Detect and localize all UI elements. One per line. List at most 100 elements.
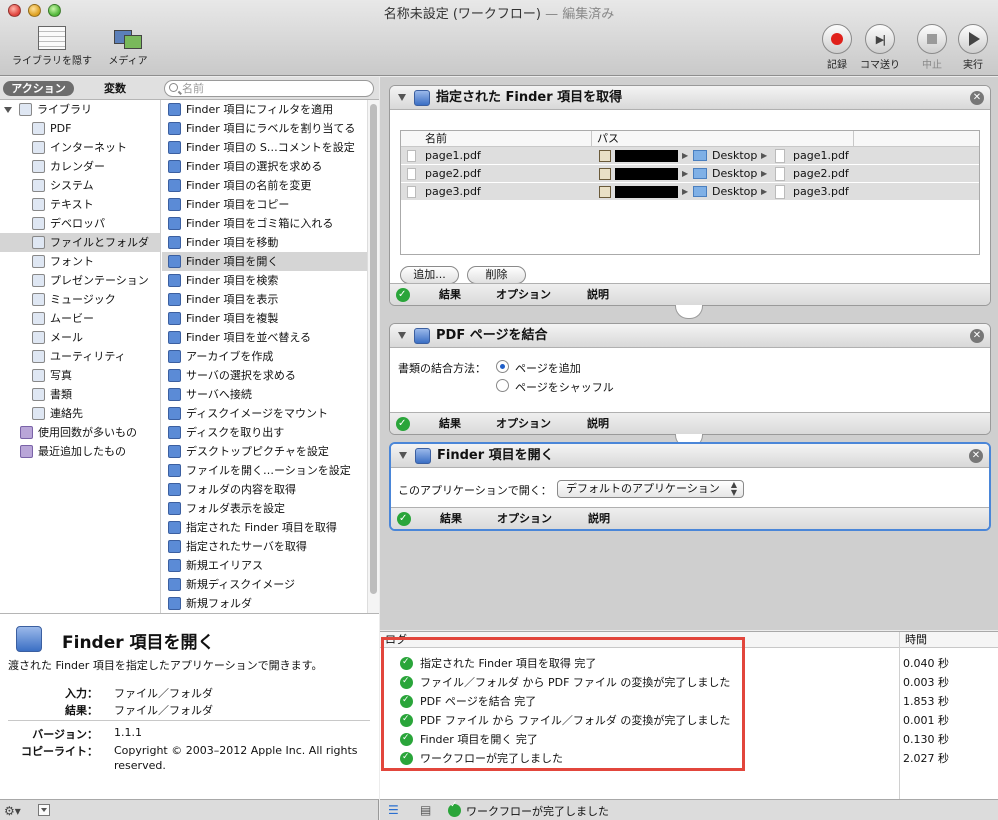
remove-action-icon[interactable]: ✕: [970, 329, 984, 343]
actions-tab[interactable]: アクション: [3, 81, 74, 96]
media-button[interactable]: メディア: [100, 26, 156, 67]
action-list: Finder 項目にフィルタを適用 Finder 項目にラベルを割り当てる Find…: [162, 100, 367, 613]
table-row[interactable]: page3.pdf ▶ Desktop ▶ page3.pdf: [401, 183, 979, 201]
media-icon: [114, 26, 142, 50]
action-item[interactable]: サーバの選択を求める: [162, 366, 367, 385]
record-button[interactable]: 記録: [817, 24, 857, 71]
card-header: PDF ページを結合 ✕: [390, 324, 990, 348]
category-icon: [32, 121, 45, 135]
gear-icon[interactable]: ⚙▾: [4, 804, 21, 818]
options-tab[interactable]: オプション: [496, 413, 551, 434]
library-search-input[interactable]: 名前: [164, 80, 374, 97]
remove-action-icon[interactable]: ✕: [969, 449, 983, 463]
open-with-label: このアプリケーションで開く：: [398, 484, 552, 497]
action-item[interactable]: Finder 項目の選択を求める: [162, 157, 367, 176]
append-pages-radio[interactable]: [496, 360, 509, 373]
results-tab[interactable]: 結果: [439, 413, 461, 434]
disclosure-triangle-icon[interactable]: [399, 452, 407, 459]
time-column-header[interactable]: 時間: [905, 632, 927, 648]
smart-group-item[interactable]: 最近追加したもの: [0, 442, 160, 461]
action-item[interactable]: デスクトップピクチャを設定: [162, 442, 367, 461]
description-tab[interactable]: 説明: [588, 508, 610, 529]
shuffle-pages-label[interactable]: ページをシャッフル: [515, 379, 614, 395]
category-item[interactable]: インターネット: [0, 138, 160, 157]
application-popup[interactable]: デフォルトのアプリケーション ▲ ▼: [557, 480, 744, 498]
action-icon: [168, 482, 181, 496]
options-tab[interactable]: オプション: [496, 284, 551, 305]
add-item-button[interactable]: 追加...: [400, 266, 459, 284]
action-item[interactable]: 指定された Finder 項目を取得: [162, 518, 367, 537]
action-item[interactable]: Finder 項目を並べ替える: [162, 328, 367, 347]
stop-button[interactable]: 中止: [912, 24, 952, 71]
category-item[interactable]: ムービー: [0, 309, 160, 328]
action-item[interactable]: Finder 項目の名前を変更: [162, 176, 367, 195]
action-item[interactable]: ディスクイメージをマウント: [162, 404, 367, 423]
category-item[interactable]: ユーティリティ: [0, 347, 160, 366]
category-item[interactable]: 連絡先: [0, 404, 160, 423]
category-item[interactable]: デベロッパ: [0, 214, 160, 233]
hide-library-button[interactable]: ライブラリを隠す: [6, 26, 98, 67]
action-icon: [168, 197, 181, 211]
list-view-icon[interactable]: ☰: [388, 803, 399, 817]
action-item[interactable]: Finder 項目をゴミ箱に入れる: [162, 214, 367, 233]
category-item[interactable]: テキスト: [0, 195, 160, 214]
action-icon: [168, 292, 181, 306]
category-library-root[interactable]: ライブラリ: [0, 100, 160, 119]
action-icon: [168, 121, 181, 135]
category-item[interactable]: PDF: [0, 119, 160, 138]
action-item[interactable]: ディスクを取り出す: [162, 423, 367, 442]
action-item[interactable]: 新規エイリアス: [162, 556, 367, 575]
action-item[interactable]: Finder 項目を検索: [162, 271, 367, 290]
connector-notch: [675, 305, 703, 319]
step-button[interactable]: ▶| コマ送り: [860, 24, 900, 71]
toggle-description-button[interactable]: [38, 804, 50, 816]
append-pages-label[interactable]: ページを追加: [515, 360, 581, 376]
category-item[interactable]: プレゼンテーション: [0, 271, 160, 290]
description-tab[interactable]: 説明: [587, 413, 609, 434]
action-item[interactable]: Finder 項目にラベルを割り当てる: [162, 119, 367, 138]
category-item[interactable]: メール: [0, 328, 160, 347]
action-item[interactable]: アーカイブを作成: [162, 347, 367, 366]
action-item[interactable]: Finder 項目を表示: [162, 290, 367, 309]
action-item[interactable]: Finder 項目を開く: [162, 252, 367, 271]
disclosure-triangle-icon[interactable]: [398, 94, 406, 101]
action-item[interactable]: Finder 項目の S…コメントを設定: [162, 138, 367, 157]
category-item[interactable]: ファイルとフォルダ: [0, 233, 160, 252]
table-row[interactable]: page2.pdf ▶ Desktop ▶ page2.pdf: [401, 165, 979, 183]
action-item[interactable]: 新規ディスクイメージ: [162, 575, 367, 594]
category-item[interactable]: システム: [0, 176, 160, 195]
split-view-icon[interactable]: ▤: [420, 803, 431, 817]
results-tab[interactable]: 結果: [440, 508, 462, 529]
category-item[interactable]: 書類: [0, 385, 160, 404]
action-item[interactable]: 指定されたサーバを取得: [162, 537, 367, 556]
variables-tab[interactable]: 変数: [80, 81, 150, 96]
smart-group-item[interactable]: 使用回数が多いもの: [0, 423, 160, 442]
category-item[interactable]: 写真: [0, 366, 160, 385]
action-item[interactable]: サーバへ接続: [162, 385, 367, 404]
action-item[interactable]: Finder 項目を複製: [162, 309, 367, 328]
action-item[interactable]: Finder 項目を移動: [162, 233, 367, 252]
category-list: ライブラリ PDF インターネット カレンダー システム テキスト デベロッパ ファイルとフ…: [0, 100, 161, 613]
category-item[interactable]: カレンダー: [0, 157, 160, 176]
table-row[interactable]: page1.pdf ▶ Desktop ▶ page1.pdf: [401, 147, 979, 165]
action-item[interactable]: ファイルを開く…ーションを設定: [162, 461, 367, 480]
action-item[interactable]: 新規フォルダ: [162, 594, 367, 613]
description-tab[interactable]: 説明: [587, 284, 609, 305]
action-icon: [168, 520, 181, 534]
shuffle-pages-radio[interactable]: [496, 379, 509, 392]
action-item[interactable]: Finder 項目にフィルタを適用: [162, 100, 367, 119]
options-tab[interactable]: オプション: [497, 508, 552, 529]
action-item[interactable]: フォルダ表示を設定: [162, 499, 367, 518]
description-title: Finder 項目を開く: [62, 633, 215, 653]
remove-item-button[interactable]: 削除: [467, 266, 526, 284]
category-item[interactable]: ミュージック: [0, 290, 160, 309]
run-button[interactable]: 実行: [953, 24, 993, 71]
results-tab[interactable]: 結果: [439, 284, 461, 305]
action-list-scrollbar[interactable]: [367, 100, 379, 613]
category-item[interactable]: フォント: [0, 252, 160, 271]
remove-action-icon[interactable]: ✕: [970, 91, 984, 105]
action-item[interactable]: フォルダの内容を取得: [162, 480, 367, 499]
disclosure-triangle-icon[interactable]: [398, 332, 406, 339]
action-item[interactable]: Finder 項目をコピー: [162, 195, 367, 214]
action-icon: [168, 254, 181, 268]
